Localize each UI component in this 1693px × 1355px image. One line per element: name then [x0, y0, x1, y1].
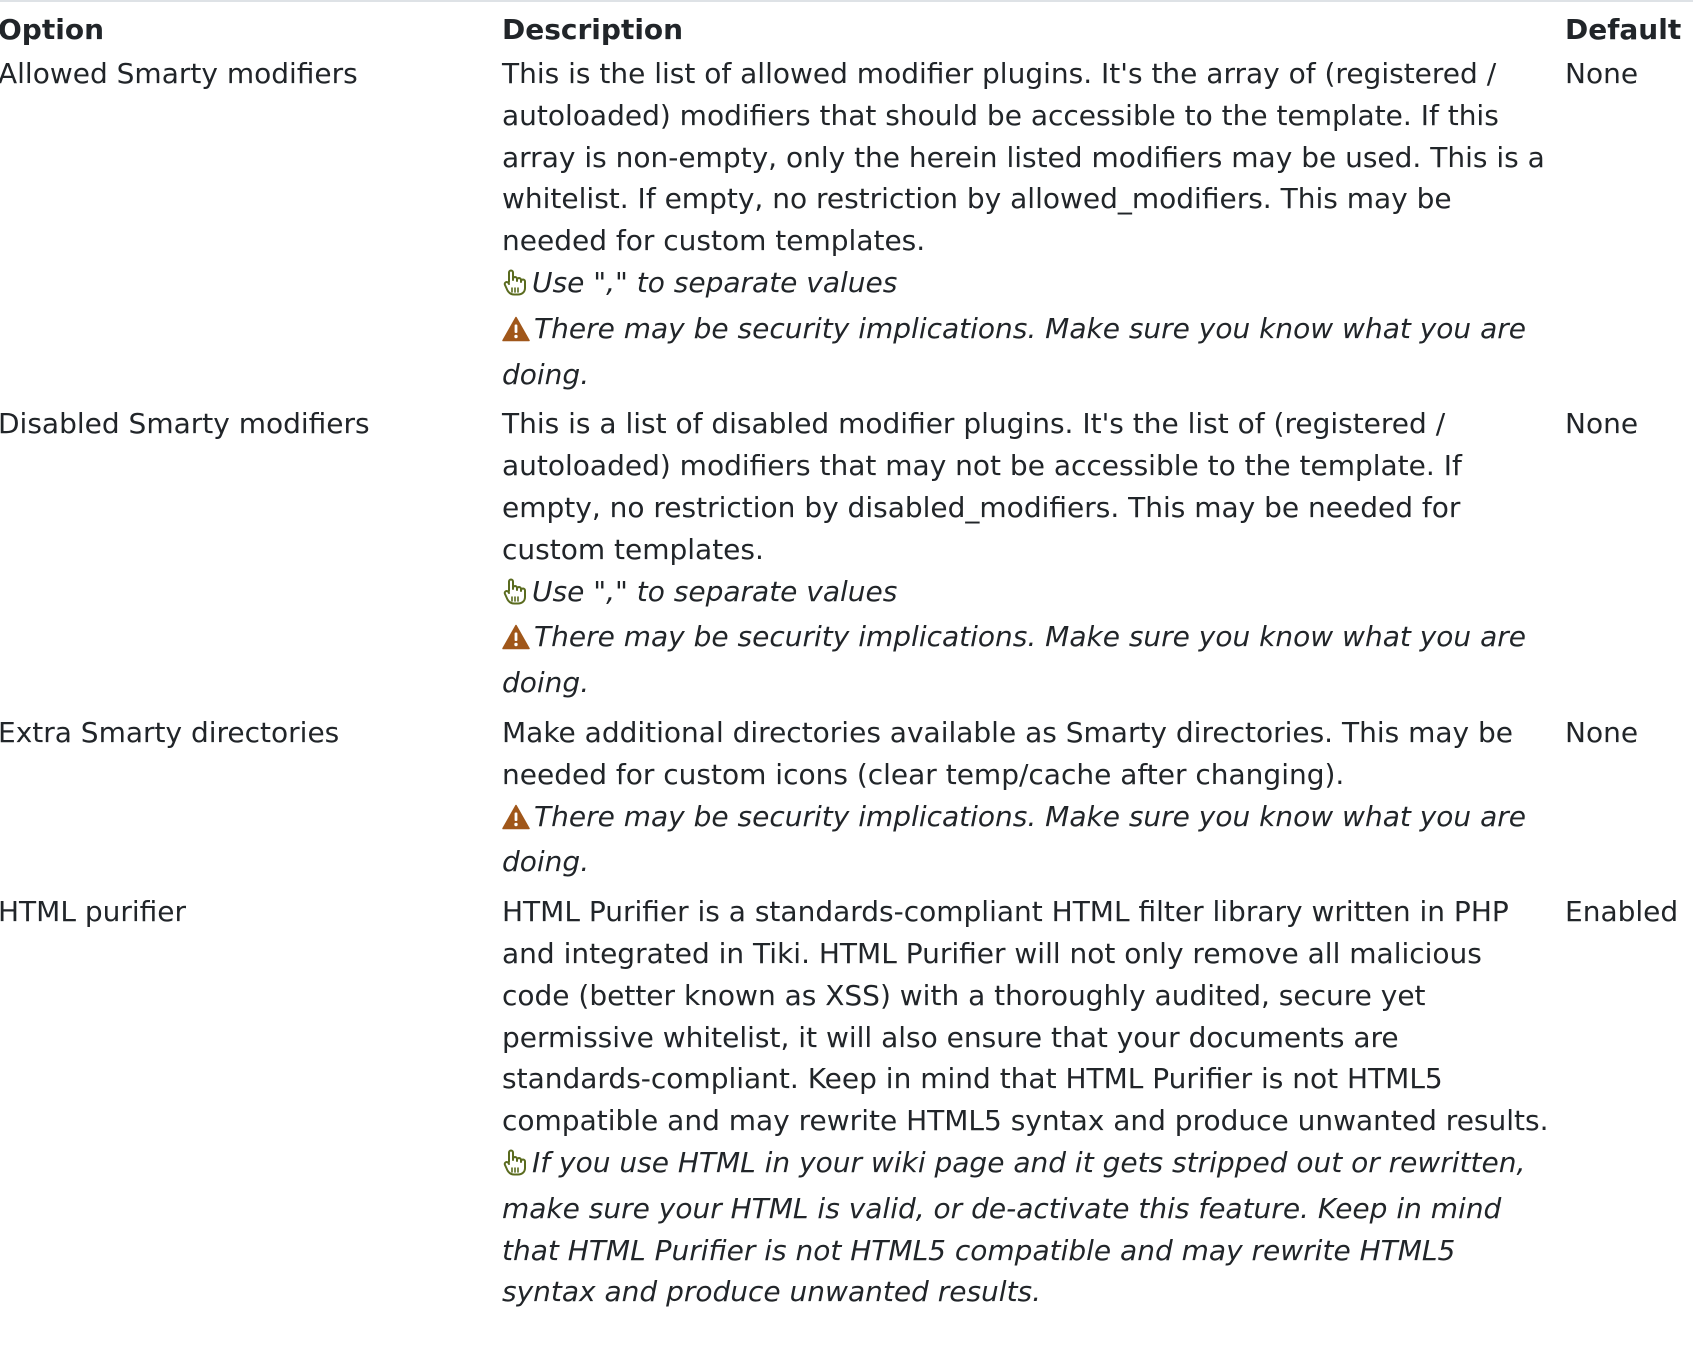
option-name: HTML purifier: [0, 895, 187, 929]
option-description-cell: This is a list of disabled modifier plug…: [502, 403, 1565, 712]
preferences-table: Option Description Default Allowed Smart…: [0, 2, 1693, 1321]
option-description-cell: This is the list of allowed modifier plu…: [502, 53, 1565, 403]
table-header-row: Option Description Default: [0, 2, 1693, 53]
option-name: Allowed Smarty modifiers: [0, 57, 358, 90]
warning-note: There may be security implications. Make…: [502, 308, 1551, 396]
warning-triangle-icon: [502, 312, 530, 354]
warning-note: There may be security implications. Make…: [502, 616, 1551, 704]
warning-text: There may be security implications. Make…: [502, 620, 1526, 700]
tip-text: Use "," to separate values: [532, 574, 898, 608]
table-row: Allowed Smarty modifiers This is the lis…: [0, 53, 1693, 403]
option-default: None: [1565, 715, 1639, 749]
warning-text: There may be security implications. Make…: [502, 799, 1526, 879]
option-description: This is the list of allowed modifier plu…: [502, 57, 1545, 258]
warning-triangle-icon: [502, 800, 530, 842]
option-description: HTML Purifier is a standards-compliant H…: [502, 895, 1549, 1138]
tip-text: If you use HTML in your wiki page and it…: [502, 1145, 1526, 1309]
tip-text: Use "," to separate values: [532, 265, 898, 299]
table-row: Extra Smarty directories Make additional…: [0, 712, 1693, 891]
option-description-cell: Make additional directories available as…: [502, 712, 1565, 891]
option-description: Make additional directories available as…: [502, 715, 1514, 791]
option-name: Disabled Smarty modifiers: [0, 407, 370, 441]
option-description-cell: HTML Purifier is a standards-compliant H…: [502, 891, 1565, 1321]
pointing-hand-icon: [502, 575, 528, 617]
header-option: Option: [0, 13, 104, 46]
option-default: None: [1565, 407, 1639, 441]
header-default: Default: [1565, 13, 1682, 46]
tip-note: Use "," to separate values: [502, 262, 1551, 308]
table-row: HTML purifier HTML Purifier is a standar…: [0, 891, 1693, 1321]
option-name: Extra Smarty directories: [0, 715, 340, 749]
warning-note: There may be security implications. Make…: [502, 796, 1551, 884]
pointing-hand-icon: [502, 1146, 528, 1188]
header-description: Description: [502, 13, 684, 46]
preferences-table-frame: Option Description Default Allowed Smart…: [0, 0, 1693, 1321]
pointing-hand-icon: [502, 266, 528, 308]
option-description: This is a list of disabled modifier plug…: [502, 407, 1462, 566]
tip-note: Use "," to separate values: [502, 571, 1551, 617]
warning-triangle-icon: [502, 620, 530, 662]
tip-note: If you use HTML in your wiki page and it…: [502, 1142, 1551, 1313]
warning-text: There may be security implications. Make…: [502, 311, 1526, 391]
option-default: None: [1565, 57, 1639, 90]
option-default: Enabled: [1565, 895, 1679, 929]
table-row: Disabled Smarty modifiers This is a list…: [0, 403, 1693, 712]
